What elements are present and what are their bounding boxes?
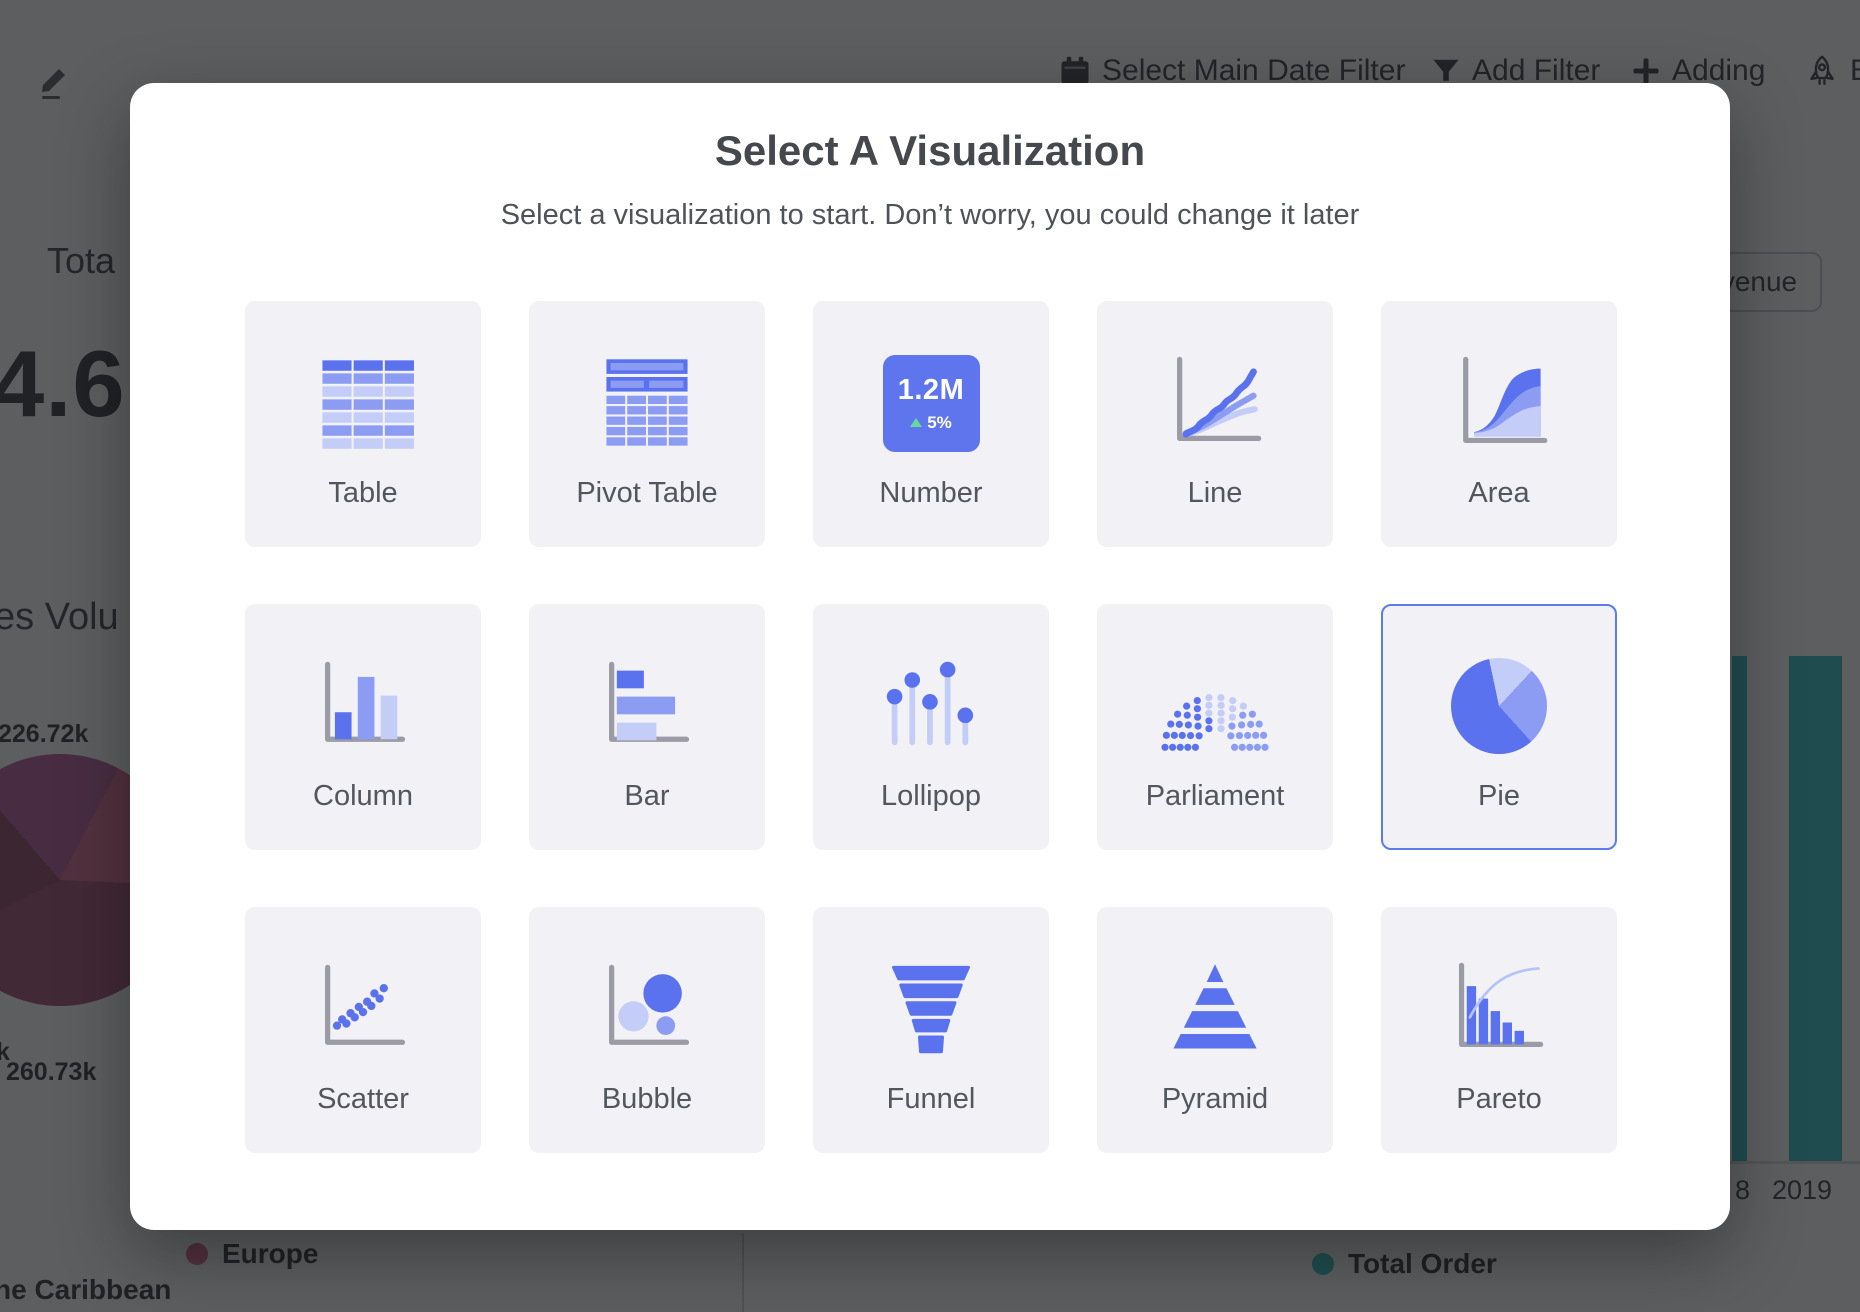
pivot-table-icon: [588, 347, 706, 459]
tile-label: Pyramid: [1162, 1083, 1268, 1116]
visualization-grid: Table: [245, 301, 1617, 1153]
tile-pyramid[interactable]: Pyramid: [1097, 907, 1333, 1153]
number-icon-delta: 5%: [927, 413, 952, 433]
column-icon: [304, 650, 422, 762]
tile-lollipop[interactable]: Lollipop: [813, 604, 1049, 850]
modal-title: Select A Visualization: [130, 127, 1730, 175]
tile-label: Line: [1188, 477, 1243, 510]
tile-label: Funnel: [887, 1083, 976, 1116]
tile-label: Number: [879, 477, 982, 510]
tile-column[interactable]: Column: [245, 604, 481, 850]
screen: Select Main Date Filter Add Filter Addin…: [0, 0, 1860, 1312]
tile-label: Bubble: [602, 1083, 692, 1116]
tile-area[interactable]: Area: [1381, 301, 1617, 547]
tile-label: Pivot Table: [576, 477, 717, 510]
tile-label: Table: [328, 477, 397, 510]
line-icon: [1156, 347, 1274, 459]
table-icon: [304, 347, 422, 459]
pareto-icon: [1440, 953, 1558, 1065]
scatter-icon: [304, 953, 422, 1065]
tile-pie[interactable]: Pie: [1381, 604, 1617, 850]
bubble-icon: [588, 953, 706, 1065]
tile-pivot-table[interactable]: Pivot Table: [529, 301, 765, 547]
funnel-icon: [872, 953, 990, 1065]
tile-parliament[interactable]: Parliament: [1097, 604, 1333, 850]
tile-bar[interactable]: Bar: [529, 604, 765, 850]
tile-label: Column: [313, 780, 413, 813]
tile-label: Area: [1468, 477, 1529, 510]
tile-label: Pie: [1478, 780, 1520, 813]
tile-label: Lollipop: [881, 780, 981, 813]
tile-label: Scatter: [317, 1083, 409, 1116]
tile-line[interactable]: Line: [1097, 301, 1333, 547]
area-icon: [1440, 347, 1558, 459]
number-icon: 1.2M 5%: [872, 347, 990, 459]
tile-number[interactable]: 1.2M 5% Number: [813, 301, 1049, 547]
bar-icon: [588, 650, 706, 762]
delta-up-icon: [910, 418, 922, 427]
select-visualization-modal: Select A Visualization Select a visualiz…: [130, 83, 1730, 1230]
pyramid-icon: [1156, 953, 1274, 1065]
tile-pareto[interactable]: Pareto: [1381, 907, 1617, 1153]
lollipop-icon: [872, 650, 990, 762]
modal-subtitle: Select a visualization to start. Don’t w…: [130, 199, 1730, 232]
tile-funnel[interactable]: Funnel: [813, 907, 1049, 1153]
pie-icon: [1440, 650, 1558, 762]
tile-label: Parliament: [1146, 780, 1285, 813]
tile-bubble[interactable]: Bubble: [529, 907, 765, 1153]
tile-table[interactable]: Table: [245, 301, 481, 547]
parliament-icon: [1156, 650, 1274, 762]
tile-label: Bar: [624, 780, 669, 813]
number-icon-value: 1.2M: [898, 374, 964, 407]
tile-scatter[interactable]: Scatter: [245, 907, 481, 1153]
tile-label: Pareto: [1456, 1083, 1541, 1116]
